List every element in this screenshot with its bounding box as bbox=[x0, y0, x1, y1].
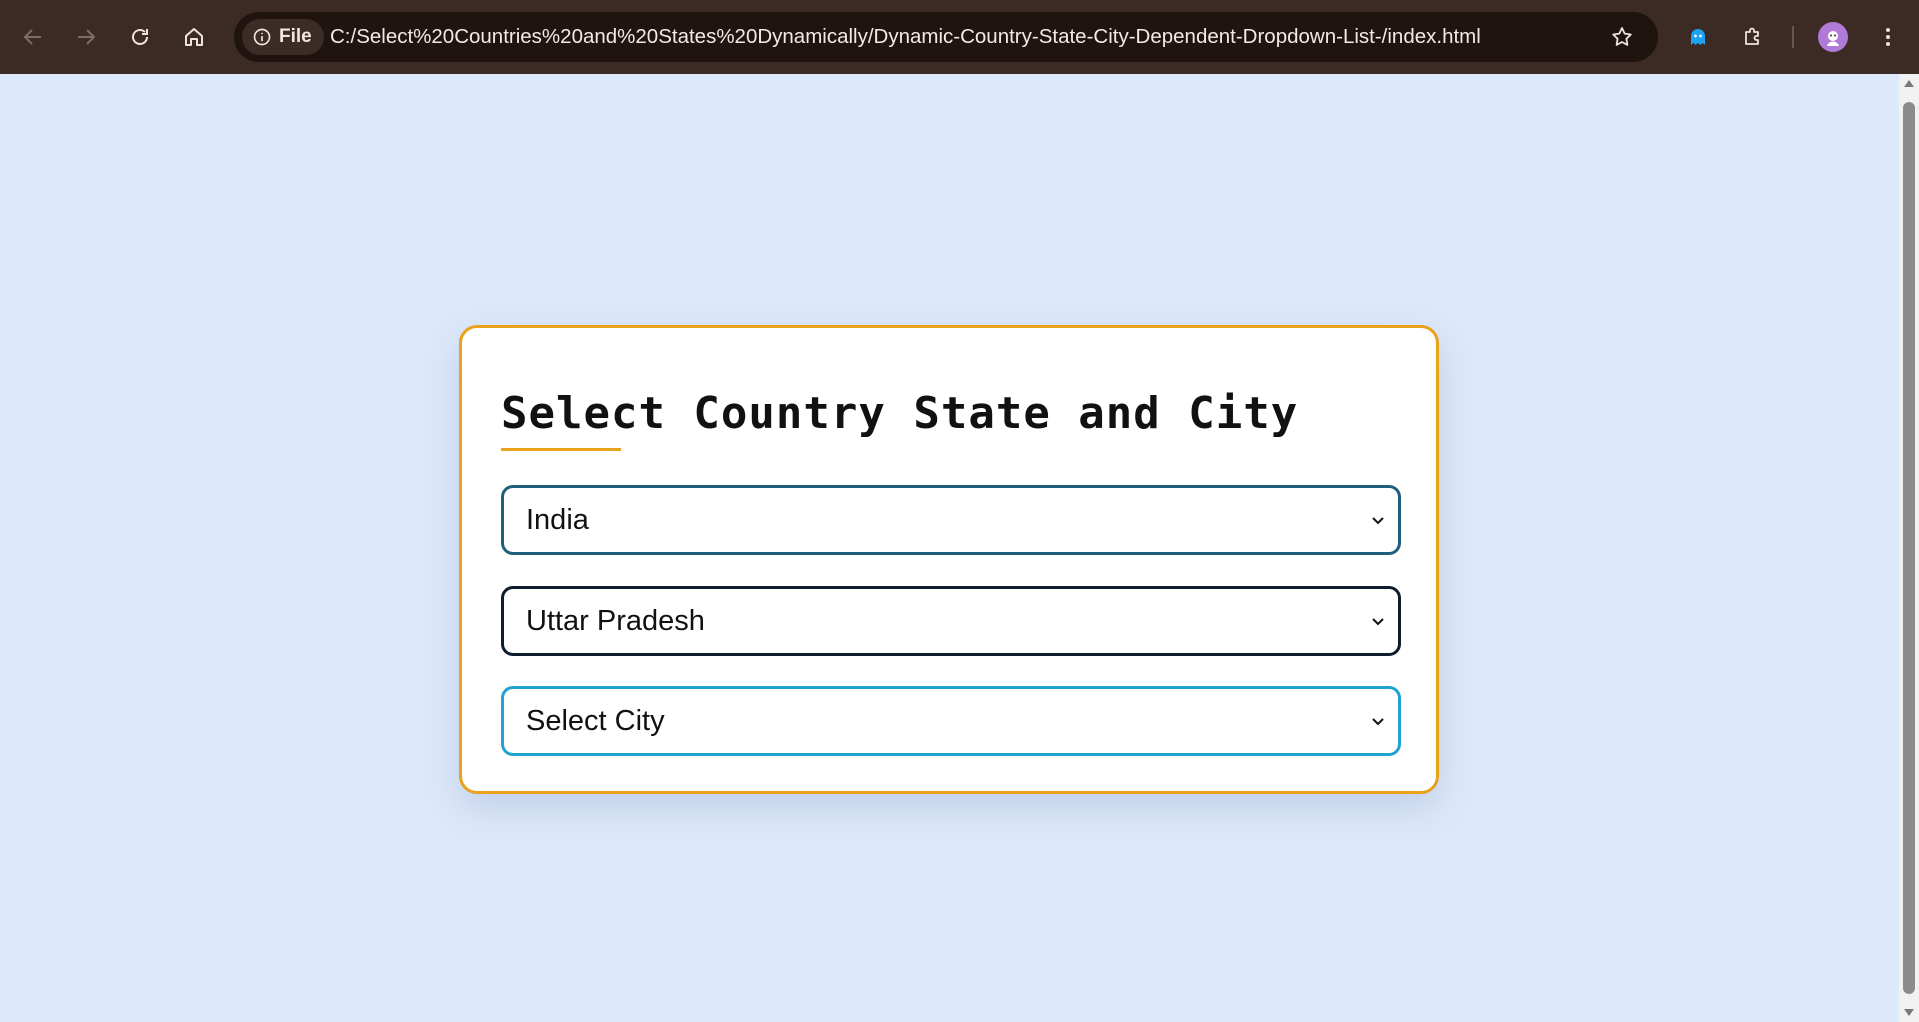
ghost-extension-icon bbox=[1691, 29, 1705, 45]
chevron-down-icon bbox=[1372, 618, 1384, 626]
toolbar-divider bbox=[1792, 26, 1794, 48]
reload-icon bbox=[132, 29, 148, 45]
extensions-button[interactable] bbox=[1735, 19, 1771, 55]
back-arrow-icon bbox=[23, 29, 41, 45]
kebab-menu-icon bbox=[1886, 28, 1890, 46]
page-scrollbar[interactable] bbox=[1899, 74, 1919, 1022]
home-button[interactable] bbox=[176, 19, 212, 55]
country-select[interactable]: India bbox=[501, 485, 1401, 555]
page-title: Select Country State and City bbox=[501, 388, 1299, 439]
title-underline bbox=[501, 448, 621, 451]
browser-toolbar: File C:/Select%20Countries%20and%20State… bbox=[0, 0, 1919, 74]
info-icon bbox=[253, 28, 271, 46]
city-select[interactable]: Select City bbox=[501, 686, 1401, 756]
chevron-down-icon bbox=[1372, 718, 1384, 726]
bookmark-button[interactable] bbox=[1604, 19, 1640, 55]
address-bar[interactable]: File C:/Select%20Countries%20and%20State… bbox=[234, 12, 1658, 62]
scroll-up-arrow-icon[interactable] bbox=[1904, 80, 1914, 87]
back-button[interactable] bbox=[15, 19, 51, 55]
star-icon bbox=[1612, 27, 1632, 46]
site-info-chip[interactable]: File bbox=[242, 19, 324, 55]
url-text[interactable]: C:/Select%20Countries%20and%20States%20D… bbox=[330, 12, 1481, 62]
browser-menu-button[interactable] bbox=[1870, 19, 1906, 55]
avatar-face-icon bbox=[1827, 31, 1839, 46]
forward-button[interactable] bbox=[68, 19, 104, 55]
city-select-value: Select City bbox=[526, 704, 665, 737]
profile-avatar-icon[interactable] bbox=[1818, 22, 1848, 52]
reload-button[interactable] bbox=[122, 19, 158, 55]
home-icon bbox=[185, 28, 203, 46]
puzzle-extensions-icon bbox=[1745, 27, 1759, 45]
scroll-down-arrow-icon[interactable] bbox=[1904, 1009, 1914, 1016]
selection-card: Select Country State and City India Utta… bbox=[459, 325, 1439, 794]
scroll-thumb[interactable] bbox=[1903, 102, 1915, 994]
state-select-value: Uttar Pradesh bbox=[526, 604, 705, 637]
country-select-value: India bbox=[526, 503, 589, 536]
state-select[interactable]: Uttar Pradesh bbox=[501, 586, 1401, 656]
chevron-down-icon bbox=[1372, 517, 1384, 525]
site-chip-label: File bbox=[279, 26, 312, 47]
forward-arrow-icon bbox=[78, 29, 96, 45]
ghost-extension-button[interactable] bbox=[1680, 19, 1716, 55]
